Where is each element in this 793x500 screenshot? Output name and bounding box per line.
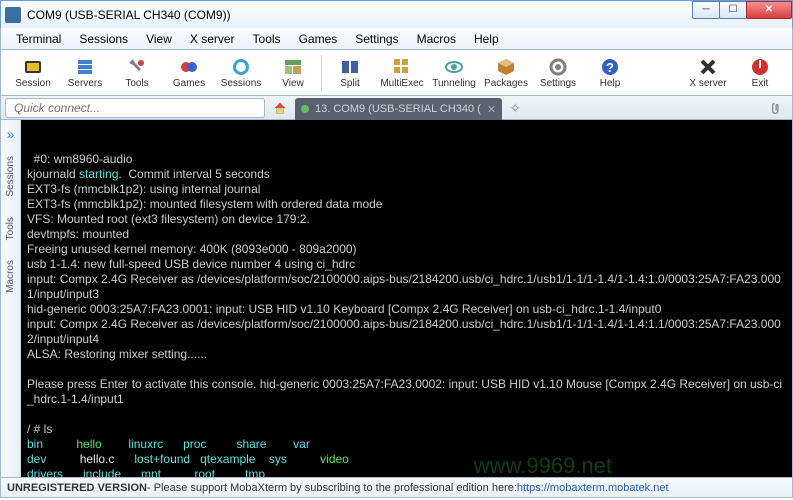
menu-sessions[interactable]: Sessions — [70, 30, 137, 48]
window-title: COM9 (USB-SERIAL CH340 (COM9)) — [27, 8, 693, 22]
toolbar-sessions-button[interactable]: Sessions — [215, 52, 267, 94]
toolbar-packages-button[interactable]: Packages — [480, 52, 532, 94]
multiexec-icon — [392, 57, 412, 77]
toolbar-settings-button[interactable]: Settings — [532, 52, 584, 94]
tab-label: 13. COM9 (USB-SERIAL CH340 ( — [315, 103, 481, 115]
toolbar-games-button[interactable]: Games — [163, 52, 215, 94]
tools-icon — [127, 57, 147, 77]
menu-settings[interactable]: Settings — [346, 30, 407, 48]
main-area: »SessionsToolsMacros #0: wm8960-audio kj… — [0, 120, 793, 478]
toolbar-session-button[interactable]: Session — [7, 52, 59, 94]
toolbar-x-server-button[interactable]: X server — [682, 52, 734, 94]
toolbar-help-button[interactable]: ? Help — [584, 52, 636, 94]
toolbar-label: Session — [15, 78, 51, 89]
games-icon — [179, 57, 199, 77]
attach-icon[interactable] — [770, 96, 784, 119]
toolbar-label: X server — [689, 78, 726, 89]
session-icon — [23, 57, 43, 77]
packages-icon — [496, 57, 516, 77]
toolbar-label: Packages — [484, 78, 528, 89]
sidebar-tab-sessions[interactable]: Sessions — [3, 146, 18, 207]
toolbar-multiexec-button[interactable]: MultiExec — [376, 52, 428, 94]
toolbar-label: Exit — [752, 78, 769, 89]
toolbar-split-button[interactable]: Split — [324, 52, 376, 94]
close-button[interactable]: ✕ — [746, 1, 792, 19]
app-icon — [5, 7, 21, 23]
sidebar-expand-icon[interactable]: » — [7, 122, 15, 146]
toolbar-label: Servers — [68, 78, 102, 89]
menu-games[interactable]: Games — [290, 30, 347, 48]
status-version-label: UNREGISTERED VERSION — [7, 482, 147, 494]
new-tab-button[interactable]: ✧ — [506, 99, 524, 117]
session-tab[interactable]: 13. COM9 (USB-SERIAL CH340 ( ✕ — [295, 98, 502, 120]
split-icon — [340, 57, 360, 77]
maximize-button[interactable]: ☐ — [719, 1, 747, 19]
toolbar-servers-button[interactable]: Servers — [59, 52, 111, 94]
toolbar-label: Split — [340, 78, 359, 89]
exit-icon — [750, 57, 770, 77]
toolbar-tunneling-button[interactable]: Tunneling — [428, 52, 480, 94]
home-tab-icon[interactable] — [269, 98, 291, 118]
menu-tools[interactable]: Tools — [244, 30, 290, 48]
svg-text:?: ? — [606, 60, 614, 75]
tab-close-icon[interactable]: ✕ — [487, 103, 496, 116]
sidebar-tab-macros[interactable]: Macros — [3, 250, 18, 303]
toolbar-label: Settings — [540, 78, 576, 89]
servers-icon — [75, 57, 95, 77]
quick-connect-input[interactable] — [5, 98, 265, 118]
xserver-icon — [698, 57, 718, 77]
tab-row: 13. COM9 (USB-SERIAL CH340 ( ✕ ✧ — [0, 96, 793, 120]
status-text: - Please support MobaXterm by subscribin… — [147, 482, 517, 494]
menu-view[interactable]: View — [137, 30, 181, 48]
toolbar-label: View — [282, 78, 304, 89]
terminal-output[interactable]: #0: wm8960-audio kjournald starting. Com… — [21, 120, 792, 477]
toolbar-view-button[interactable]: View — [267, 52, 319, 94]
sidebar: »SessionsToolsMacros — [1, 120, 21, 477]
toolbar: Session Servers Tools Games Sessions View Spli… — [0, 50, 793, 96]
menu-help[interactable]: Help — [465, 30, 508, 48]
window-titlebar: COM9 (USB-SERIAL CH340 (COM9)) ─ ☐ ✕ — [0, 0, 793, 28]
sessions-icon — [231, 57, 251, 77]
toolbar-label: MultiExec — [380, 78, 423, 89]
status-link[interactable]: https://mobaxterm.mobatek.net — [517, 482, 669, 494]
toolbar-label: Help — [600, 78, 621, 89]
toolbar-label: Games — [173, 78, 205, 89]
status-bar: UNREGISTERED VERSION - Please support Mo… — [0, 478, 793, 498]
toolbar-label: Tools — [125, 78, 148, 89]
menu-x-server[interactable]: X server — [181, 30, 244, 48]
help-icon: ? — [600, 57, 620, 77]
session-status-icon — [301, 105, 309, 113]
menu-bar: TerminalSessionsViewX serverToolsGamesSe… — [0, 28, 793, 50]
minimize-button[interactable]: ─ — [692, 1, 720, 19]
toolbar-tools-button[interactable]: Tools — [111, 52, 163, 94]
settings-icon — [548, 57, 568, 77]
toolbar-label: Tunneling — [432, 78, 476, 89]
sidebar-tab-tools[interactable]: Tools — [3, 207, 18, 250]
toolbar-exit-button[interactable]: Exit — [734, 52, 786, 94]
menu-macros[interactable]: Macros — [408, 30, 465, 48]
view-icon — [283, 57, 303, 77]
toolbar-label: Sessions — [221, 78, 262, 89]
tunneling-icon — [444, 57, 464, 77]
menu-terminal[interactable]: Terminal — [7, 30, 70, 48]
